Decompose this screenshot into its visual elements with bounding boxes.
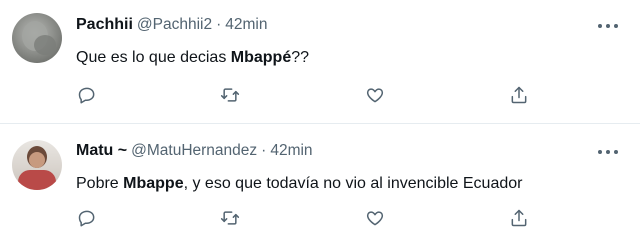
avatar[interactable] bbox=[12, 13, 62, 63]
timestamp[interactable]: 42min bbox=[225, 16, 267, 34]
tweet[interactable]: Pachhii @Pachhii2 · 42min Que es lo que … bbox=[0, 0, 640, 124]
retweet-icon bbox=[220, 211, 240, 225]
tweet-text: Pobre Mbappe, y eso que todavía no vio a… bbox=[76, 174, 620, 194]
avatar-shape bbox=[18, 170, 56, 190]
share-button[interactable] bbox=[508, 207, 530, 229]
retweet-button[interactable] bbox=[219, 207, 241, 229]
tweet-actions bbox=[76, 207, 536, 231]
retweet-icon bbox=[220, 88, 240, 102]
reply-icon bbox=[78, 87, 95, 104]
tweet-text-part: Pobre bbox=[76, 175, 124, 192]
tweet-header: Matu ~ @MatuHernandez · 42min bbox=[76, 142, 313, 162]
tweet[interactable]: Matu ~ @MatuHernandez · 42min Pobre Mbap… bbox=[0, 124, 640, 247]
share-button[interactable] bbox=[508, 84, 530, 106]
reply-button[interactable] bbox=[76, 207, 98, 229]
more-icon[interactable] bbox=[598, 18, 618, 34]
tweet-text-part: ?? bbox=[291, 49, 310, 66]
user-handle[interactable]: @MatuHernandez bbox=[131, 142, 257, 160]
like-icon bbox=[366, 88, 384, 103]
tweet-actions bbox=[76, 84, 536, 108]
avatar-shape bbox=[29, 152, 45, 168]
display-name[interactable]: Matu ~ bbox=[76, 142, 127, 160]
separator-dot: · bbox=[261, 142, 267, 159]
like-button[interactable] bbox=[364, 207, 386, 229]
reply-icon bbox=[78, 210, 95, 227]
timestamp[interactable]: 42min bbox=[270, 142, 312, 160]
like-icon bbox=[366, 211, 384, 226]
share-icon bbox=[511, 86, 527, 104]
tweet-text-part: , y eso que todavía no vio al invencible… bbox=[183, 175, 523, 192]
reply-button[interactable] bbox=[76, 84, 98, 106]
tweet-text-part: Que es lo que decias bbox=[76, 49, 231, 66]
separator-dot: · bbox=[216, 16, 222, 33]
display-name[interactable]: Pachhii bbox=[76, 16, 133, 34]
tweet-text: Que es lo que decias Mbappé?? bbox=[76, 48, 620, 68]
like-button[interactable] bbox=[364, 84, 386, 106]
retweet-button[interactable] bbox=[219, 84, 241, 106]
share-icon bbox=[511, 209, 527, 227]
avatar-shape bbox=[34, 35, 56, 55]
tweet-text-bold: Mbappe bbox=[123, 175, 184, 192]
more-icon[interactable] bbox=[598, 144, 618, 160]
avatar[interactable] bbox=[12, 140, 62, 190]
user-handle[interactable]: @Pachhii2 bbox=[137, 16, 212, 34]
tweet-text-bold: Mbappé bbox=[230, 49, 292, 66]
tweet-header: Pachhii @Pachhii2 · 42min bbox=[76, 16, 268, 36]
